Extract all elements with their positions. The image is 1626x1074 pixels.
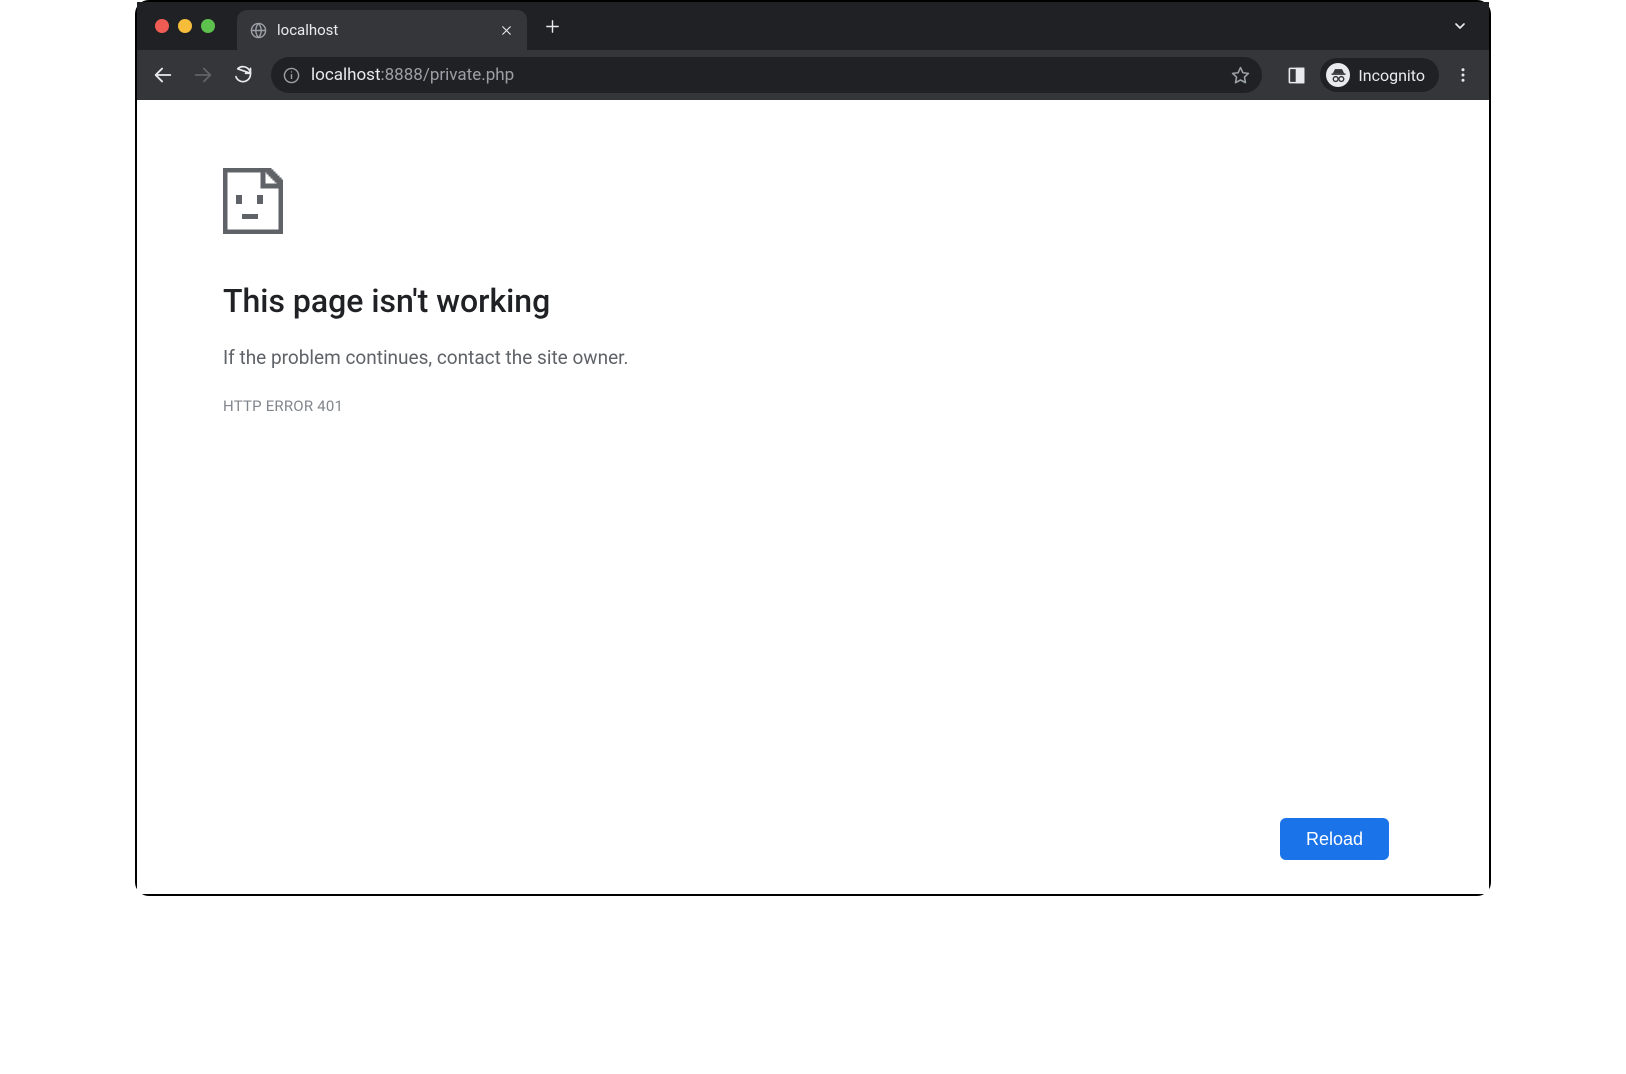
tab-search-dropdown[interactable] (1447, 13, 1473, 39)
reload-button-toolbar[interactable] (225, 57, 261, 93)
browser-toolbar: localhost:8888/private.php (137, 50, 1489, 100)
close-tab-button[interactable] (497, 21, 515, 39)
site-info-icon[interactable] (279, 63, 303, 87)
incognito-label: Incognito (1358, 66, 1425, 85)
window-minimize-button[interactable] (178, 19, 192, 33)
address-bar[interactable]: localhost:8888/private.php (271, 57, 1262, 93)
reload-button[interactable]: Reload (1280, 818, 1389, 860)
page-viewport: This page isn't working If the problem c… (137, 100, 1489, 894)
new-tab-button[interactable] (535, 9, 569, 43)
browser-tab[interactable]: localhost (237, 10, 527, 50)
window-maximize-button[interactable] (201, 19, 215, 33)
globe-icon (249, 21, 267, 39)
url-path: :8888/private.php (381, 65, 515, 85)
back-button[interactable] (145, 57, 181, 93)
sad-file-icon (223, 168, 833, 234)
side-panel-icon[interactable] (1278, 57, 1314, 93)
incognito-icon (1326, 63, 1350, 87)
url-host: localhost (311, 65, 381, 85)
error-code: HTTP ERROR 401 (223, 397, 833, 415)
window-close-button[interactable] (155, 19, 169, 33)
url-text[interactable]: localhost:8888/private.php (311, 65, 1218, 85)
error-message: If the problem continues, contact the si… (223, 346, 833, 369)
error-page: This page isn't working If the problem c… (223, 168, 833, 415)
window-traffic-lights (155, 19, 215, 33)
incognito-indicator[interactable]: Incognito (1320, 58, 1439, 92)
tab-title: localhost (277, 21, 487, 39)
kebab-menu-icon[interactable] (1445, 57, 1481, 93)
forward-button[interactable] (185, 57, 221, 93)
bookmark-star-icon[interactable] (1226, 61, 1254, 89)
error-title: This page isn't working (223, 282, 833, 320)
tab-strip: localhost (137, 2, 1489, 50)
